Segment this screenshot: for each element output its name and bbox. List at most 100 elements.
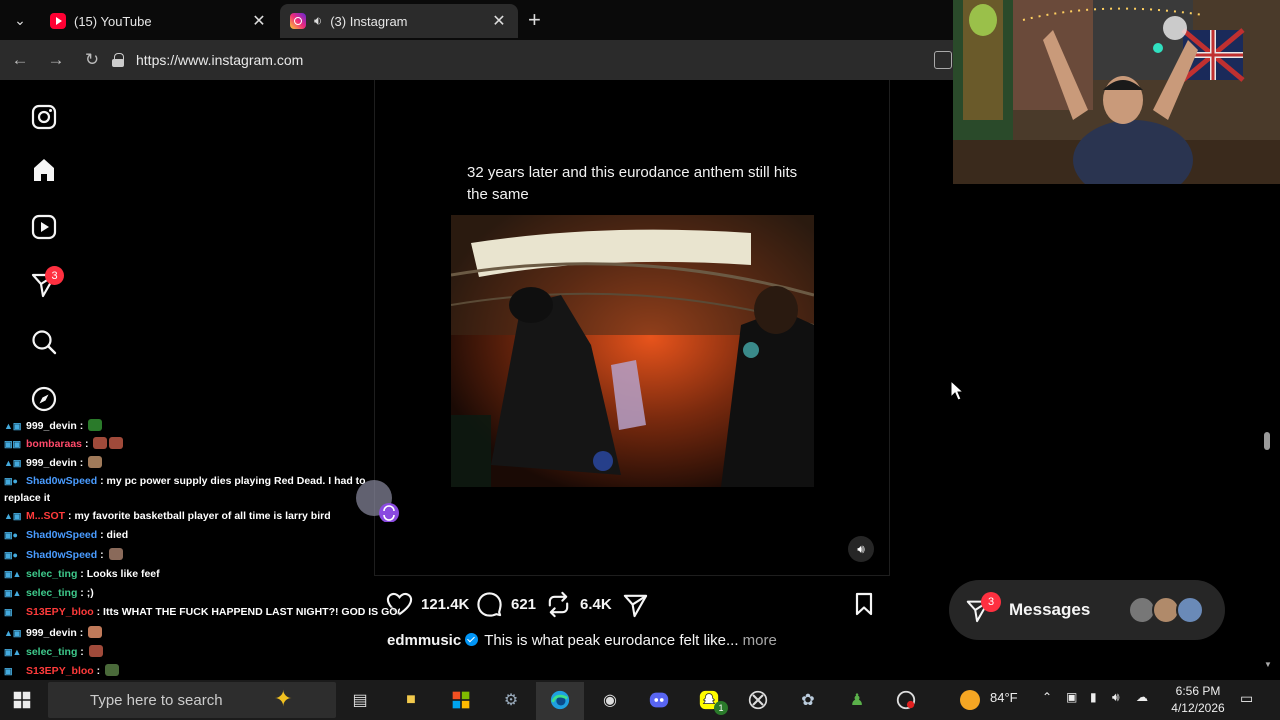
messages-unread-badge: 3 [981, 592, 1001, 612]
forward-arrow-icon[interactable]: → [44, 48, 68, 72]
emote-icon [88, 456, 103, 468]
clock-date: 4/12/2026 [1171, 701, 1225, 715]
file-explorer-icon[interactable]: ■ [397, 686, 425, 714]
clock-time: 6:56 PM [1175, 684, 1221, 698]
chat-message: ▣ S13EPY_bloo : [4, 664, 120, 677]
task-view-icon[interactable]: ▤ [346, 686, 374, 714]
volume-icon[interactable]: 🔊︎ [1112, 690, 1120, 705]
obs-icon[interactable]: ◉ [596, 686, 624, 714]
scrollbar-thumb[interactable] [1264, 432, 1270, 450]
instagram-favicon-icon [290, 13, 306, 29]
chat-username: M...SOT [26, 510, 66, 522]
chat-username: selec_ting [26, 587, 78, 599]
tab-actions-chevron-icon[interactable]: ⌄ [8, 8, 32, 32]
chat-text: Itts WHAT THE FUCK HAPPEND LAST NIGHT?! … [103, 606, 400, 618]
chat-text: ;) [86, 587, 94, 599]
tab-instagram[interactable]: 🔉︎ (3) Instagram ✕ [280, 4, 518, 38]
search-placeholder: Type here to search [90, 691, 223, 709]
chat-message: ▣▲ selec_ting : Looks like feef [4, 568, 160, 580]
chat-message: ▲▣ 999_devin : [4, 419, 103, 432]
emote-icon [88, 419, 103, 431]
onedrive-cloud-icon[interactable]: ☁ [1136, 690, 1148, 704]
microsoft-store-icon[interactable] [447, 686, 475, 714]
mute-toggle-speaker-icon[interactable]: 🔊︎ [848, 536, 874, 562]
chat-message: ▣▲ selec_ting : ;) [4, 587, 94, 599]
emote-icon [88, 626, 103, 638]
chat-text: Looks like feef [86, 568, 160, 580]
snapchat-badge: 1 [714, 701, 728, 715]
split-screen-icon[interactable] [934, 51, 952, 69]
repost-button[interactable]: 6.4K [545, 590, 612, 618]
comment-count: 621 [511, 595, 537, 613]
send-icon [623, 594, 648, 617]
chat-username: S13EPY_bloo [26, 665, 94, 677]
weather-sun-icon[interactable] [960, 690, 980, 710]
bookmark-icon[interactable] [852, 592, 876, 616]
search-icon[interactable] [30, 328, 58, 356]
comment-button[interactable]: 621 [476, 590, 536, 618]
tab-close-icon[interactable]: ✕ [250, 11, 268, 31]
youtube-favicon-icon [50, 13, 66, 29]
chat-username: S13EPY_bloo [26, 606, 94, 618]
reload-icon[interactable]: ↻ [80, 48, 104, 72]
chat-username: bombaraas [26, 438, 83, 450]
webcam-overlay [953, 0, 1280, 184]
home-icon[interactable] [30, 156, 58, 184]
streamer-avatar-icon [356, 480, 399, 522]
emote-icon [108, 548, 123, 560]
chat-text: died [106, 529, 129, 541]
video-frame-image [451, 215, 814, 487]
chat-username: 999_devin [26, 627, 77, 639]
like-count: 121.4K [421, 595, 470, 613]
weather-temperature[interactable]: 84°F [990, 690, 1018, 705]
explore-compass-icon[interactable] [30, 385, 58, 413]
meet-camera-icon[interactable]: ▣ [1066, 690, 1077, 704]
lock-icon [112, 53, 124, 67]
edge-browser-icon[interactable] [546, 686, 574, 714]
reels-icon[interactable] [30, 213, 58, 241]
instagram-logo-icon[interactable] [30, 103, 58, 131]
taskbar-clock[interactable]: 6:56 PM 4/12/2026 [1162, 683, 1234, 717]
messages-label: Messages [1009, 600, 1091, 619]
connected-app-icon[interactable]: ✿ [794, 686, 822, 714]
url-text[interactable]: https://www.instagram.com [136, 52, 303, 68]
steam-icon[interactable]: ⚙ [497, 686, 525, 714]
verified-badge-icon [465, 633, 479, 646]
windows-start-icon[interactable] [10, 688, 34, 712]
tab-close-icon[interactable]: ✕ [490, 11, 508, 31]
scroll-down-arrow-icon[interactable]: ▼ [1264, 660, 1272, 669]
new-tab-plus-icon[interactable]: + [528, 8, 541, 32]
tab-youtube[interactable]: (15) YouTube ✕ [40, 4, 278, 38]
speaker-icon[interactable]: 🔉︎ [314, 13, 322, 29]
chat-message: ▣▲selec_ting : [4, 645, 103, 658]
emote-icon [93, 437, 108, 449]
copilot-sparkle-icon[interactable]: ✦ [274, 686, 292, 712]
avatar [1176, 596, 1204, 624]
post-actions: 121.4K 621 6.4K [386, 590, 886, 620]
chat-message: ▣▣ bombaraas : [4, 437, 124, 450]
discord-icon[interactable] [645, 686, 673, 714]
chat-message: ▣ S13EPY_bloo : Itts WHAT THE FUCK HAPPEN… [4, 606, 400, 618]
page-scrollbar[interactable] [1262, 184, 1272, 674]
tray-chevron-up-icon[interactable]: ⌃ [1042, 690, 1052, 704]
emote-icon [109, 437, 124, 449]
chess-pawn-icon[interactable]: ♟ [843, 686, 871, 714]
taskbar-search-input[interactable]: Type here to search ✦ [48, 682, 336, 718]
address-toolbar: ← → ↻ https://www.instagram.com [0, 40, 955, 80]
tab-title: (15) YouTube [74, 13, 152, 29]
emote-icon [88, 645, 103, 657]
direct-unread-badge: 3 [45, 266, 64, 285]
xbox-icon[interactable] [744, 686, 772, 714]
chat-username: Shad0wSpeed [26, 549, 98, 561]
chat-username: Shad0wSpeed [26, 475, 98, 487]
comment-bubble-icon [477, 591, 502, 617]
notification-center-icon[interactable]: ▭ [1240, 690, 1253, 707]
back-arrow-icon[interactable]: ← [8, 48, 32, 72]
battery-icon[interactable]: ▮ [1090, 690, 1097, 704]
reel-video[interactable] [451, 215, 814, 487]
recording-app-icon[interactable] [892, 686, 920, 714]
caption-more-link[interactable]: more [743, 632, 777, 649]
share-button[interactable] [622, 590, 657, 618]
chat-username: 999_devin [26, 420, 77, 432]
url-bar[interactable]: https://www.instagram.com [112, 46, 952, 74]
